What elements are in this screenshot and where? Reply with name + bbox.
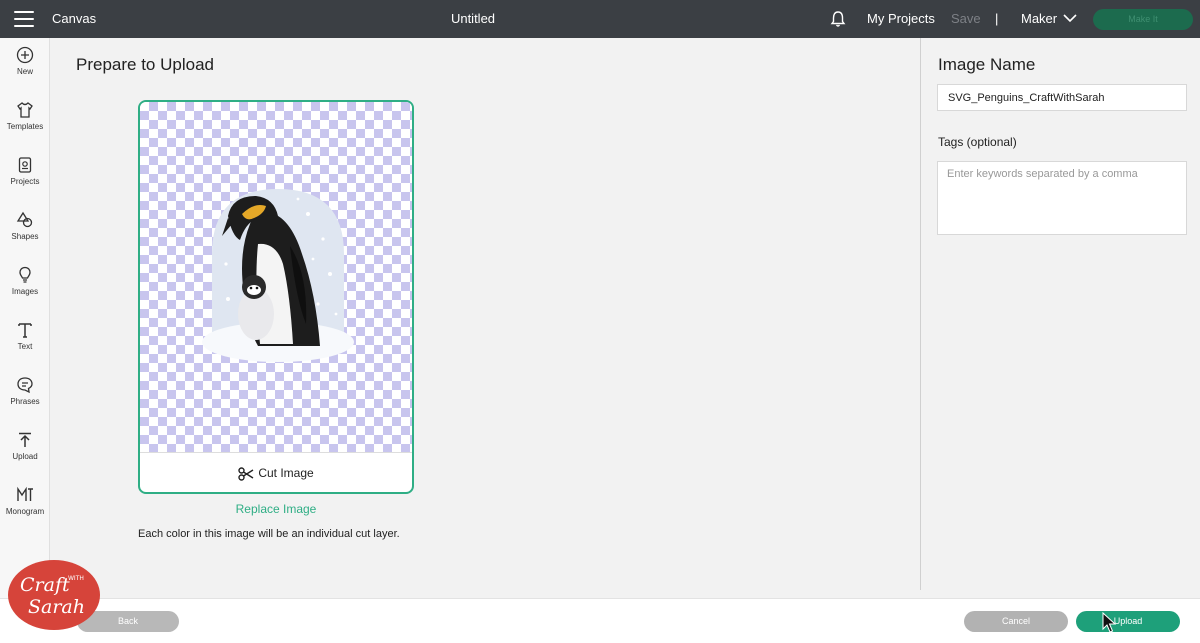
image-name-input[interactable]: [937, 84, 1187, 111]
sidebar-item-label: Templates: [6, 122, 44, 131]
image-preview-card: Cut Image: [138, 100, 414, 494]
cut-image-label: Cut Image: [258, 466, 314, 480]
right-panel: [921, 38, 1200, 598]
chevron-down-icon[interactable]: [1063, 13, 1077, 23]
tshirt-icon: [17, 102, 33, 118]
sidebar-item-new[interactable]: New: [0, 46, 50, 96]
sidebar-item-label: New: [16, 67, 33, 76]
page-title: Prepare to Upload: [76, 55, 214, 74]
sidebar-item-label: Monogram: [5, 507, 45, 516]
tags-input[interactable]: [937, 161, 1187, 235]
make-it-button[interactable]: Make It: [1093, 9, 1193, 30]
sidebar-item-text[interactable]: Text: [0, 321, 50, 371]
sidebar-item-phrases[interactable]: Phrases: [0, 376, 50, 426]
sidebar-item-label: Images: [11, 287, 39, 296]
mouse-cursor-icon: [1102, 612, 1116, 633]
sidebar-item-shapes[interactable]: Shapes: [0, 211, 50, 261]
my-projects-link[interactable]: My Projects: [867, 11, 935, 26]
sidebar-item-upload[interactable]: Upload: [0, 431, 50, 481]
penguin-image: [202, 189, 354, 362]
sidebar-item-monogram[interactable]: Monogram: [0, 486, 50, 536]
machine-selector[interactable]: Maker: [1021, 11, 1057, 26]
sidebar-item-label: Upload: [12, 452, 38, 461]
shapes-icon: [16, 211, 33, 228]
plus-circle-icon: [16, 46, 34, 64]
scissors-icon: [238, 467, 254, 481]
monogram-icon: [17, 486, 33, 501]
top-bar: Canvas Untitled My Projects Save | Maker…: [0, 0, 1200, 38]
sidebar-item-label: Phrases: [10, 397, 40, 406]
sidebar-item-templates[interactable]: Templates: [0, 101, 50, 151]
hamburger-menu-icon[interactable]: [14, 11, 34, 27]
sidebar-item-images[interactable]: Images: [0, 266, 50, 316]
craft-with-sarah-logo: Craft WITH Sarah: [8, 560, 100, 630]
logo-line-3: Sarah: [28, 596, 85, 618]
sidebar-item-projects[interactable]: Projects: [0, 156, 50, 206]
lightbulb-icon: [19, 266, 31, 283]
cut-image-option[interactable]: Cut Image: [140, 452, 412, 492]
cancel-button[interactable]: Cancel: [964, 611, 1068, 632]
save-link[interactable]: Save: [951, 11, 981, 26]
logo-line-1: Craft: [20, 574, 70, 596]
topbar-separator: |: [995, 11, 999, 26]
sidebar-item-label: Text: [17, 342, 33, 351]
upload-arrow-icon: [19, 432, 31, 447]
bell-icon[interactable]: [829, 10, 847, 28]
tags-label: Tags (optional): [938, 135, 1017, 149]
cut-layer-note: Each color in this image will be an indi…: [138, 528, 400, 540]
sidebar-item-label: Shapes: [11, 232, 39, 241]
speech-bubble-icon: [17, 377, 33, 394]
upload-button[interactable]: Upload: [1076, 611, 1180, 632]
sidebar-item-label: Projects: [10, 177, 40, 186]
image-name-heading: Image Name: [938, 55, 1036, 74]
replace-image-link[interactable]: Replace Image: [138, 502, 414, 516]
logo-line-2: WITH: [68, 575, 84, 582]
text-t-icon: [18, 323, 32, 338]
document-title[interactable]: Untitled: [400, 11, 546, 26]
app-title: Canvas: [52, 11, 97, 26]
left-sidebar: New Templates Projects Shapes Images Tex…: [0, 38, 50, 598]
projects-icon: [18, 157, 32, 173]
